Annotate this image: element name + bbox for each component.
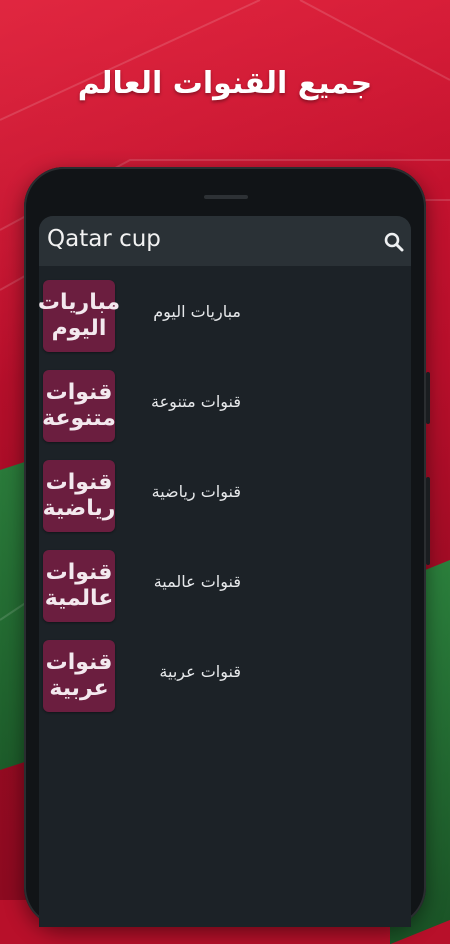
- channel-thumbnail: قنوات رياضية: [43, 460, 115, 532]
- list-item-arabic-channels[interactable]: قنوات عربية قنوات عربية: [39, 640, 411, 730]
- thumbnail-text-line2: رياضية: [42, 496, 116, 521]
- app-screen: Qatar cup مباريات اليوم مباريات اليوم قن…: [39, 216, 411, 927]
- list-item-international-channels[interactable]: قنوات عالمية قنوات عالمية: [39, 550, 411, 640]
- thumbnail-text-line1: قنوات: [45, 380, 113, 405]
- channel-thumbnail: قنوات عربية: [43, 640, 115, 712]
- phone-volume-button: [426, 372, 430, 424]
- thumbnail-text-line1: مباريات: [39, 290, 121, 315]
- channel-label: مباريات اليوم: [153, 302, 241, 321]
- list-item-sports-channels[interactable]: قنوات رياضية قنوات رياضية: [39, 460, 411, 550]
- thumbnail-text-line2: اليوم: [51, 316, 107, 341]
- thumbnail-text-line1: قنوات: [45, 560, 113, 585]
- phone-speaker: [204, 195, 248, 199]
- thumbnail-text-line2: متنوعة: [42, 406, 116, 431]
- channel-thumbnail: قنوات متنوعة: [42, 370, 116, 442]
- channel-label: قنوات عربية: [159, 662, 241, 681]
- thumbnail-text-line2: عالمية: [44, 586, 114, 611]
- list-item-todays-matches[interactable]: مباريات اليوم مباريات اليوم: [39, 280, 411, 370]
- channel-thumbnail: قنوات عالمية: [43, 550, 115, 622]
- channel-label: قنوات متنوعة: [151, 392, 241, 411]
- promo-headline: جميع القنوات العالم: [77, 66, 373, 101]
- search-icon: [384, 232, 404, 252]
- channel-label: قنوات عالمية: [153, 572, 241, 591]
- phone-power-button: [426, 477, 430, 565]
- channel-label: قنوات رياضية: [151, 482, 241, 501]
- app-bar: Qatar cup: [39, 216, 411, 266]
- list-item-various-channels[interactable]: قنوات متنوعة قنوات متنوعة: [39, 370, 411, 460]
- thumbnail-text-line1: قنوات: [45, 470, 113, 495]
- thumbnail-text-line1: قنوات: [45, 650, 113, 675]
- app-title: Qatar cup: [47, 226, 161, 252]
- channel-thumbnail: مباريات اليوم: [39, 280, 120, 352]
- thumbnail-text-line2: عربية: [49, 676, 109, 701]
- channel-list: مباريات اليوم مباريات اليوم قنوات متنوعة…: [39, 266, 411, 730]
- phone-frame: Qatar cup مباريات اليوم مباريات اليوم قن…: [24, 167, 430, 927]
- search-button[interactable]: [383, 231, 405, 253]
